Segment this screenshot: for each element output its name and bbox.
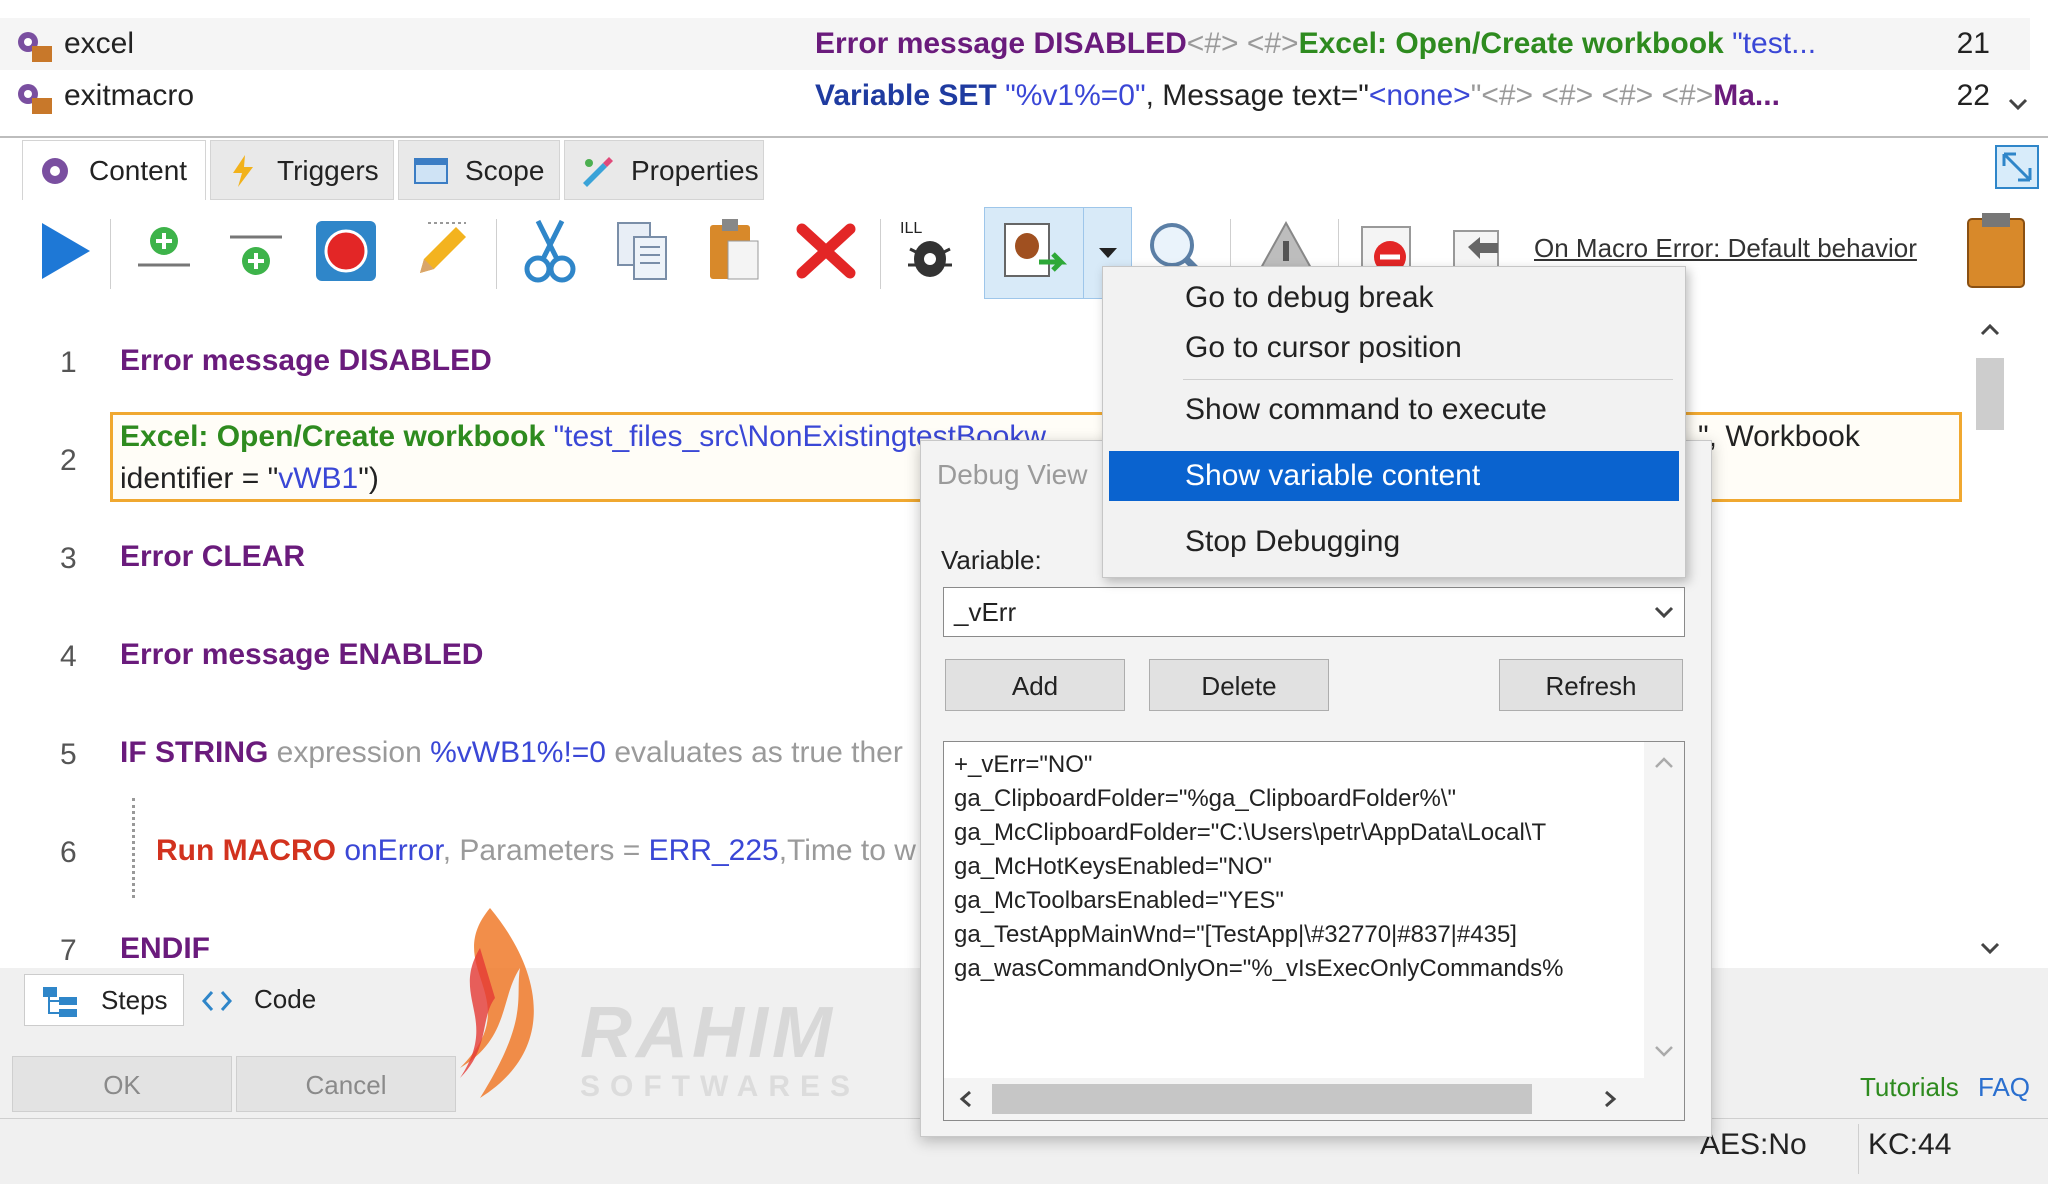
line-number: 5 xyxy=(60,738,77,771)
cut-icon[interactable] xyxy=(514,215,586,287)
variable-content-box[interactable]: +_vErr="NO" ga_ClipboardFolder="%ga_Clip… xyxy=(943,741,1685,1121)
code-line[interactable]: Error message ENABLED xyxy=(120,638,483,672)
macro-name: excel xyxy=(64,27,135,60)
macro-gear-icon xyxy=(18,32,52,62)
chevron-up-icon[interactable] xyxy=(1652,754,1676,772)
chevron-up-icon[interactable] xyxy=(1978,320,2002,340)
debug-dropdown-menu: Go to debug break Go to cursor position … xyxy=(1102,266,1686,578)
line-number: 6 xyxy=(60,836,77,869)
indent-guide xyxy=(132,798,135,898)
toolbar: ILL On Macro Error: Default behavior xyxy=(10,205,2040,305)
code-line[interactable]: Excel: Open/Create workbook "test_files_… xyxy=(120,420,1046,454)
macro-number: 22 xyxy=(1956,79,1990,112)
code-line[interactable]: ENDIF xyxy=(120,932,210,966)
chevron-down-icon[interactable] xyxy=(1978,938,2002,958)
variable-select[interactable]: _vErr xyxy=(943,587,1685,637)
status-aes: AES:No xyxy=(1700,1128,1807,1161)
macro-row-excel[interactable]: excel Error message DISABLED<#> <#>Excel… xyxy=(0,18,2030,70)
chevron-right-icon[interactable] xyxy=(1600,1088,1620,1110)
dialog-title: Debug View xyxy=(937,459,1088,490)
chevron-down-icon[interactable] xyxy=(2004,90,2032,118)
tab-strip: Content Triggers Scope Properties xyxy=(10,140,2040,200)
macro-list: excel Error message DISABLED<#> <#>Excel… xyxy=(0,0,2048,138)
tab-steps[interactable]: Steps xyxy=(24,974,184,1026)
chevron-down-icon xyxy=(1654,606,1674,619)
window-icon xyxy=(414,158,448,184)
delete-icon[interactable] xyxy=(790,215,862,287)
clipboard-icon[interactable] xyxy=(1960,211,2032,291)
line-number: 4 xyxy=(60,640,77,673)
watermark-subtext: SOFTWARES xyxy=(580,1070,861,1103)
watermark-text: RAHIM xyxy=(580,993,836,1073)
debug-run-icon xyxy=(1004,223,1068,277)
macro-gear-icon xyxy=(18,84,52,114)
menu-item-go-to-cursor-position[interactable]: Go to cursor position xyxy=(1109,323,1679,373)
delete-button[interactable]: Delete xyxy=(1149,659,1329,711)
line-number: 3 xyxy=(60,542,77,575)
flame-logo-icon xyxy=(460,908,534,1098)
code-line[interactable]: Error CLEAR xyxy=(120,540,305,574)
line-number: 1 xyxy=(60,346,77,379)
svg-text:ILL: ILL xyxy=(900,220,922,237)
refresh-button[interactable]: Refresh xyxy=(1499,659,1683,711)
code-line[interactable]: Error message DISABLED xyxy=(120,344,492,378)
line-number: 7 xyxy=(60,934,77,967)
vertical-scrollbar[interactable] xyxy=(1644,742,1684,1078)
tab-triggers[interactable]: Triggers xyxy=(210,140,394,200)
variable-label: Variable: xyxy=(941,545,1042,575)
lightning-icon xyxy=(233,155,253,187)
code-line-continuation: identifier = "vWB1") xyxy=(120,462,379,495)
code-line-tail: ", Workbook xyxy=(1698,420,1860,453)
macro-row-exitmacro[interactable]: exitmacro Variable SET "%v1%=0", Message… xyxy=(0,70,2030,122)
code-line[interactable]: IF STRING expression %vWB1%!=0 evaluates… xyxy=(120,736,903,770)
code-line[interactable]: Run MACRO onError, Parameters = ERR_225,… xyxy=(156,834,916,868)
code-icon xyxy=(201,991,233,1011)
chevron-left-icon[interactable] xyxy=(956,1088,976,1110)
menu-item-show-command[interactable]: Show command to execute xyxy=(1109,385,1679,435)
macro-number: 21 xyxy=(1956,27,1990,60)
tab-scope[interactable]: Scope xyxy=(398,140,560,200)
macro-description: Variable SET "%v1%=0", Message text="<no… xyxy=(815,79,1780,112)
scrollbar-thumb[interactable] xyxy=(992,1084,1532,1114)
record-icon[interactable] xyxy=(310,215,382,287)
macro-name: exitmacro xyxy=(64,79,195,112)
gear-icon xyxy=(42,158,68,184)
status-kc: KC:44 xyxy=(1868,1128,1952,1161)
macro-description: Error message DISABLED<#> <#>Excel: Open… xyxy=(815,27,1817,60)
add-step-below-icon[interactable] xyxy=(220,215,292,287)
menu-item-show-variable-content[interactable]: Show variable content xyxy=(1109,451,1679,501)
tab-properties[interactable]: Properties xyxy=(564,140,764,200)
menu-item-stop-debugging[interactable]: Stop Debugging xyxy=(1109,517,1679,567)
play-icon[interactable] xyxy=(28,215,100,287)
edit-pencil-icon[interactable] xyxy=(406,215,478,287)
tutorials-link[interactable]: Tutorials xyxy=(1860,1072,1959,1103)
copy-icon[interactable] xyxy=(606,215,678,287)
chevron-down-icon[interactable] xyxy=(1652,1042,1676,1060)
ok-button[interactable]: OK xyxy=(12,1056,232,1112)
maximize-icon[interactable] xyxy=(1994,144,2040,190)
properties-icon xyxy=(583,157,613,187)
add-step-above-icon[interactable] xyxy=(128,215,200,287)
paste-icon[interactable] xyxy=(698,215,770,287)
menu-item-go-to-debug-break[interactable]: Go to debug break xyxy=(1109,273,1679,323)
scrollbar-thumb[interactable] xyxy=(1976,358,2004,430)
tab-content[interactable]: Content xyxy=(22,140,206,200)
line-number: 2 xyxy=(60,444,77,477)
dropdown-arrow-icon[interactable] xyxy=(1095,242,1121,262)
editor-scrollbar[interactable] xyxy=(1970,308,2010,968)
tab-code[interactable]: Code xyxy=(190,974,330,1026)
variable-content-text: +_vErr="NO" ga_ClipboardFolder="%ga_Clip… xyxy=(954,751,1564,982)
steps-icon xyxy=(43,987,77,1017)
debug-bug-icon[interactable]: ILL xyxy=(894,215,966,287)
on-macro-error-link[interactable]: On Macro Error: Default behavior xyxy=(1534,233,1917,264)
faq-link[interactable]: FAQ xyxy=(1978,1072,2030,1103)
add-button[interactable]: Add xyxy=(945,659,1125,711)
horizontal-scrollbar[interactable] xyxy=(944,1078,1684,1120)
